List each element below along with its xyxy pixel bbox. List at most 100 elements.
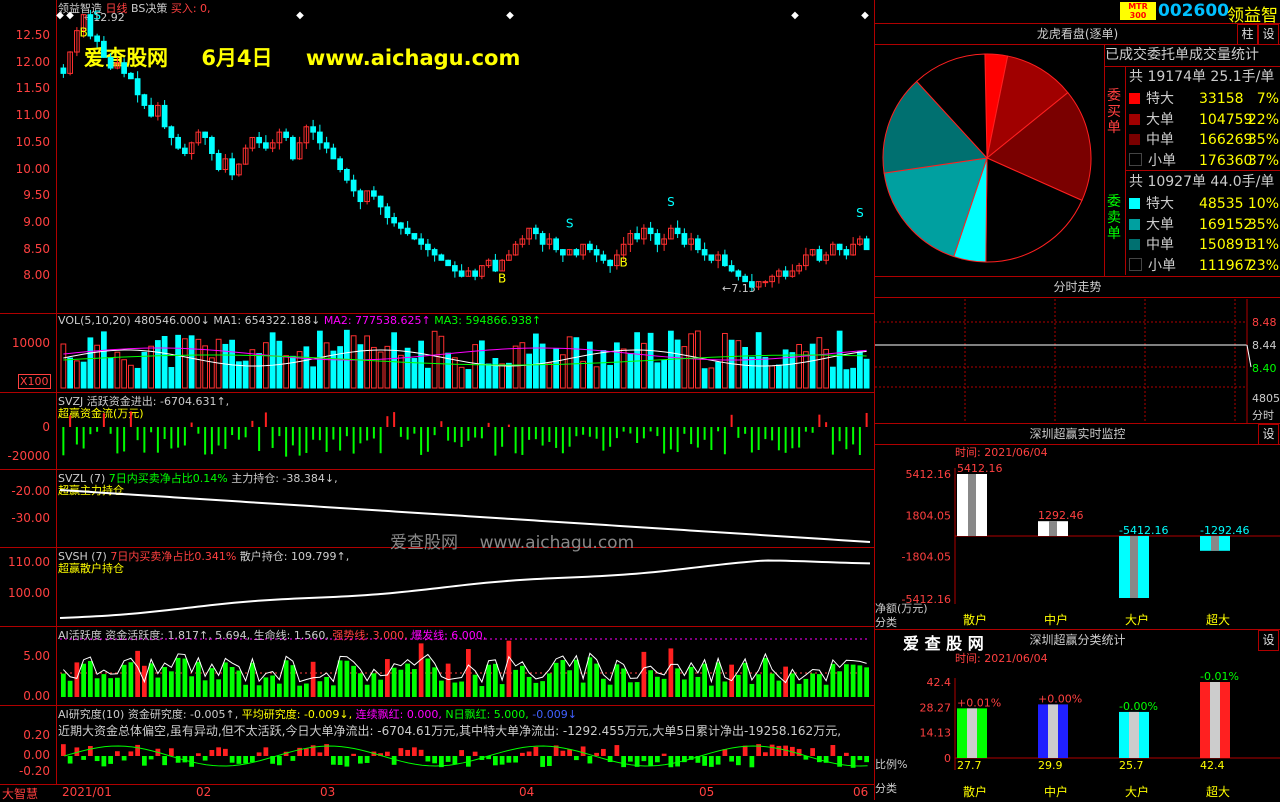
class-stat-category: 散户 — [963, 784, 987, 799]
research-bar — [621, 756, 626, 768]
volume-bar — [607, 364, 613, 389]
candle-body — [121, 62, 127, 74]
ai-research-chart — [61, 744, 869, 768]
row-label: 特大 — [1146, 91, 1174, 107]
research-bar — [115, 751, 120, 756]
volume-bar — [580, 360, 586, 389]
ai-activity-panel[interactable]: 5.00 0.00 AI活跃度 资金活跃度: 1.817↑, 5.694, 生命… — [0, 627, 874, 706]
research-bar — [499, 756, 505, 765]
sell-side-label: 委卖单 — [1107, 194, 1121, 242]
column-toggle-button[interactable]: 柱 — [1237, 24, 1258, 45]
legend-swatch — [1129, 239, 1140, 250]
volume-bar — [566, 336, 573, 389]
candle-body — [418, 238, 424, 245]
volume-bar — [593, 366, 600, 389]
x-tick: 02 — [196, 785, 212, 799]
monitor-tick: 5412.16 — [906, 468, 952, 481]
activity-bar — [310, 661, 316, 697]
volume-bar — [188, 335, 195, 389]
activity-bar — [398, 669, 404, 697]
volume-bar — [836, 330, 843, 389]
class-stat-ylabel: 比例% — [875, 758, 908, 771]
x-tick: 2021/01 — [62, 785, 112, 799]
candle-body — [94, 35, 100, 42]
sell-signal: S — [566, 217, 574, 231]
volume-bar — [492, 358, 499, 389]
sell-side-box: 共 10927单 44.0手/单 特大 48535 10% 大单 169152 35% 中单 1… — [1125, 171, 1280, 275]
class-stat-section[interactable]: 爱 查 股 网 深圳超赢分类统计 设 时间: 2021/06/04 42.4 28… — [875, 630, 1280, 800]
candle-body — [377, 195, 384, 208]
volume-panel[interactable]: 10000 X100 VOL(5,10,20) 480546.000↓ MA1:… — [0, 314, 874, 393]
row-percent: 35% — [1247, 216, 1279, 233]
activity-bar — [499, 684, 505, 697]
candle-body — [134, 78, 141, 96]
svsh-panel[interactable]: 110.00 100.00 SVSH (7) 7日内买卖净占比0.341% 散户… — [0, 548, 874, 627]
activity-bar — [385, 659, 390, 697]
intraday-chart — [875, 299, 1252, 423]
research-bar — [398, 748, 404, 756]
volume-bar — [107, 357, 114, 389]
buy-total: 共 19174单 25.1手/单 — [1129, 69, 1275, 85]
activity-bar — [452, 682, 458, 697]
volume-bar — [67, 357, 73, 389]
research-bar — [250, 756, 255, 763]
legend-swatch — [1129, 218, 1140, 230]
activity-bar — [857, 665, 863, 697]
settings-button[interactable]: 设 — [1258, 24, 1279, 45]
volume-bar — [60, 343, 67, 389]
svzl-panel[interactable]: -20.00 -30.00 SVZL (7) 7日内买卖净占比0.14% 主力持… — [0, 470, 874, 553]
research-bar — [675, 756, 680, 767]
monitor-bar-label: 5412.16 — [957, 462, 1003, 475]
research-bar — [587, 756, 593, 764]
volume-bar — [384, 345, 391, 389]
class-stat-category: 中户 — [1044, 784, 1068, 799]
intraday-section[interactable]: 分时走势 8.48 8.44 8.40 48054 分时 — [875, 277, 1280, 424]
volume-bar — [242, 360, 249, 389]
activity-bar — [560, 660, 566, 697]
research-bar — [236, 756, 242, 764]
volume-bar — [627, 353, 634, 389]
row-percent: 22% — [1247, 111, 1279, 128]
row-percent: 37% — [1247, 152, 1279, 169]
volume-bar — [776, 364, 782, 389]
svzj-panel[interactable]: 0 -20000 SVZJ 活跃资金进出: -6704.631↑, 超赢资金流(… — [0, 393, 874, 470]
ai-research-panel[interactable]: 0.20 0.00 -0.20 AI研究度(10) 资金研究度: -0.005↑… — [0, 706, 874, 785]
class-stat-bottom-label: 42.4 — [1200, 759, 1225, 772]
research-bar — [655, 756, 660, 763]
research-bar — [648, 756, 653, 766]
volume-bar — [87, 337, 94, 389]
monitor-section[interactable]: 深圳超赢实时监控 设 时间: 2021/06/04 5412.16 1804.05… — [875, 424, 1280, 630]
candle-body — [202, 131, 208, 138]
activity-bar — [297, 685, 302, 697]
research-bar — [81, 756, 86, 760]
research-bar — [351, 753, 356, 756]
candle-body — [330, 147, 337, 160]
monitor-category: 大户 — [1125, 612, 1149, 627]
activity-bar — [189, 676, 194, 697]
activity-bar — [108, 678, 113, 697]
volume-chart — [60, 329, 870, 389]
class-stat-top-label: -0.00% — [1119, 700, 1158, 713]
volume-bar — [830, 366, 836, 389]
volume-bar — [425, 367, 431, 389]
research-bar — [452, 756, 458, 765]
candle-body — [384, 206, 391, 219]
research-bar — [169, 748, 174, 756]
kline-panel[interactable]: 12.50 12.00 11.50 11.00 10.50 10.00 9.50 9.00 8.… — [0, 0, 874, 314]
research-bar — [405, 749, 410, 756]
row-label: 小单 — [1148, 152, 1176, 169]
row-value: 104759 — [1199, 111, 1253, 128]
volume-bar — [256, 353, 262, 389]
candle-body — [344, 169, 350, 181]
candlestick-chart: BSBSBSS◆ ◆ ◆ ◆ ◆ ◆ — [56, 8, 870, 292]
activity-bar — [439, 680, 444, 697]
volume-bar — [600, 350, 607, 389]
volume-bar — [134, 367, 141, 389]
activity-bar — [317, 681, 323, 697]
volume-bar — [809, 343, 816, 389]
row-label: 小单 — [1148, 257, 1176, 274]
volume-bar — [404, 347, 411, 389]
research-bar — [412, 747, 417, 756]
volume-bar — [620, 348, 627, 389]
row-value: 150891 — [1199, 237, 1253, 253]
